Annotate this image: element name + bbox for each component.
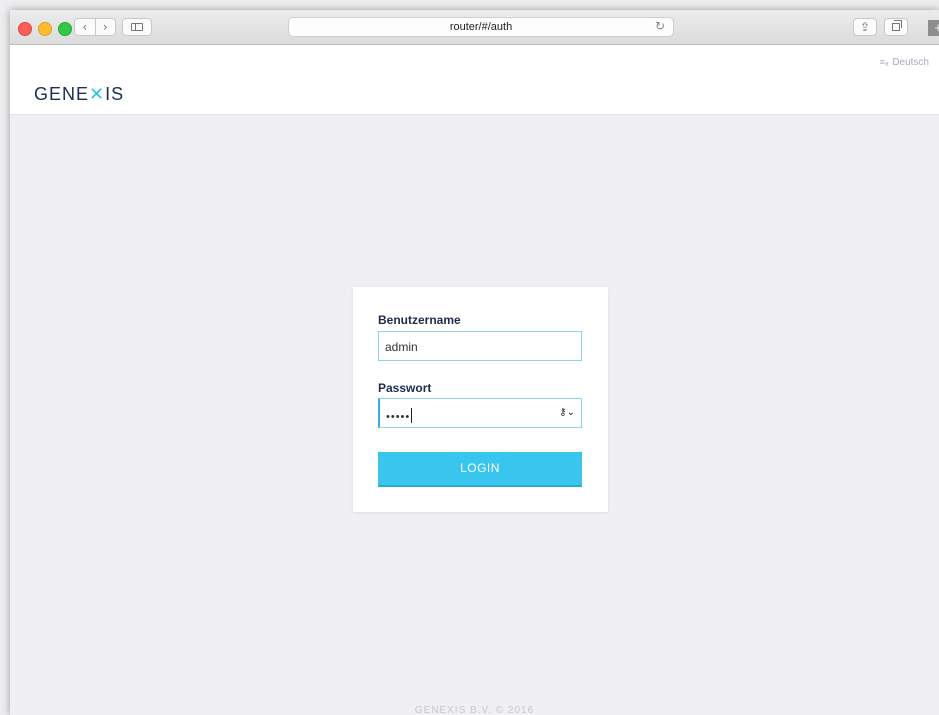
language-selector[interactable]: ≡ₐ Deutsch — [880, 57, 929, 68]
sidebar-toggle-button[interactable] — [122, 18, 152, 36]
site-header: ≡ₐ Deutsch GENE✕IS — [10, 45, 939, 115]
key-icon[interactable]: ⚷⌄ — [559, 407, 575, 418]
url-text: router/#/auth — [449, 21, 513, 33]
logo-x-icon: ✕ — [89, 84, 106, 104]
username-input[interactable]: admin — [378, 331, 582, 361]
show-tabs-button[interactable] — [884, 18, 908, 36]
text-caret — [411, 408, 413, 423]
share-button[interactable]: ⇪ — [853, 18, 877, 36]
browser-window: ‹ › router/#/auth ↻ ⇪ + ≡ₐ Deutsch GENE✕I… — [10, 10, 939, 715]
language-label: Deutsch — [892, 57, 929, 68]
page-content: ≡ₐ Deutsch GENE✕IS Benutzername admin Pas… — [10, 45, 939, 715]
back-icon[interactable]: ‹ — [75, 19, 95, 35]
reload-icon[interactable]: ↻ — [655, 19, 665, 33]
logo-text-part2: IS — [105, 84, 125, 104]
close-window-button[interactable] — [18, 22, 32, 36]
password-value: ••••• — [386, 408, 413, 423]
forward-icon[interactable]: › — [96, 19, 116, 35]
login-card: Benutzername admin Passwort ••••• ⚷⌄ LOG… — [353, 287, 608, 512]
share-icon: ⇪ — [859, 20, 871, 34]
login-button[interactable]: LOGIN — [378, 452, 582, 487]
back-forward-group: ‹ › — [74, 18, 116, 36]
footer-copyright: GENEXIS B.V. © 2016 — [414, 705, 535, 715]
password-input[interactable]: ••••• ⚷⌄ — [378, 398, 582, 428]
browser-toolbar: ‹ › router/#/auth ↻ ⇪ + — [10, 10, 939, 45]
minimize-window-button[interactable] — [38, 22, 52, 36]
username-value: admin — [385, 340, 418, 354]
new-tab-button[interactable]: + — [928, 20, 939, 36]
password-label: Passwort — [378, 381, 432, 395]
genexis-logo: GENE✕IS — [34, 84, 124, 105]
sidebar-icon — [131, 23, 143, 31]
tabs-icon — [892, 20, 902, 31]
zoom-window-button[interactable] — [58, 22, 72, 36]
logo-text-part1: GENE — [34, 84, 90, 104]
username-label: Benutzername — [378, 313, 461, 327]
language-icon: ≡ₐ — [879, 57, 889, 67]
address-bar[interactable]: router/#/auth ↻ — [288, 17, 674, 37]
